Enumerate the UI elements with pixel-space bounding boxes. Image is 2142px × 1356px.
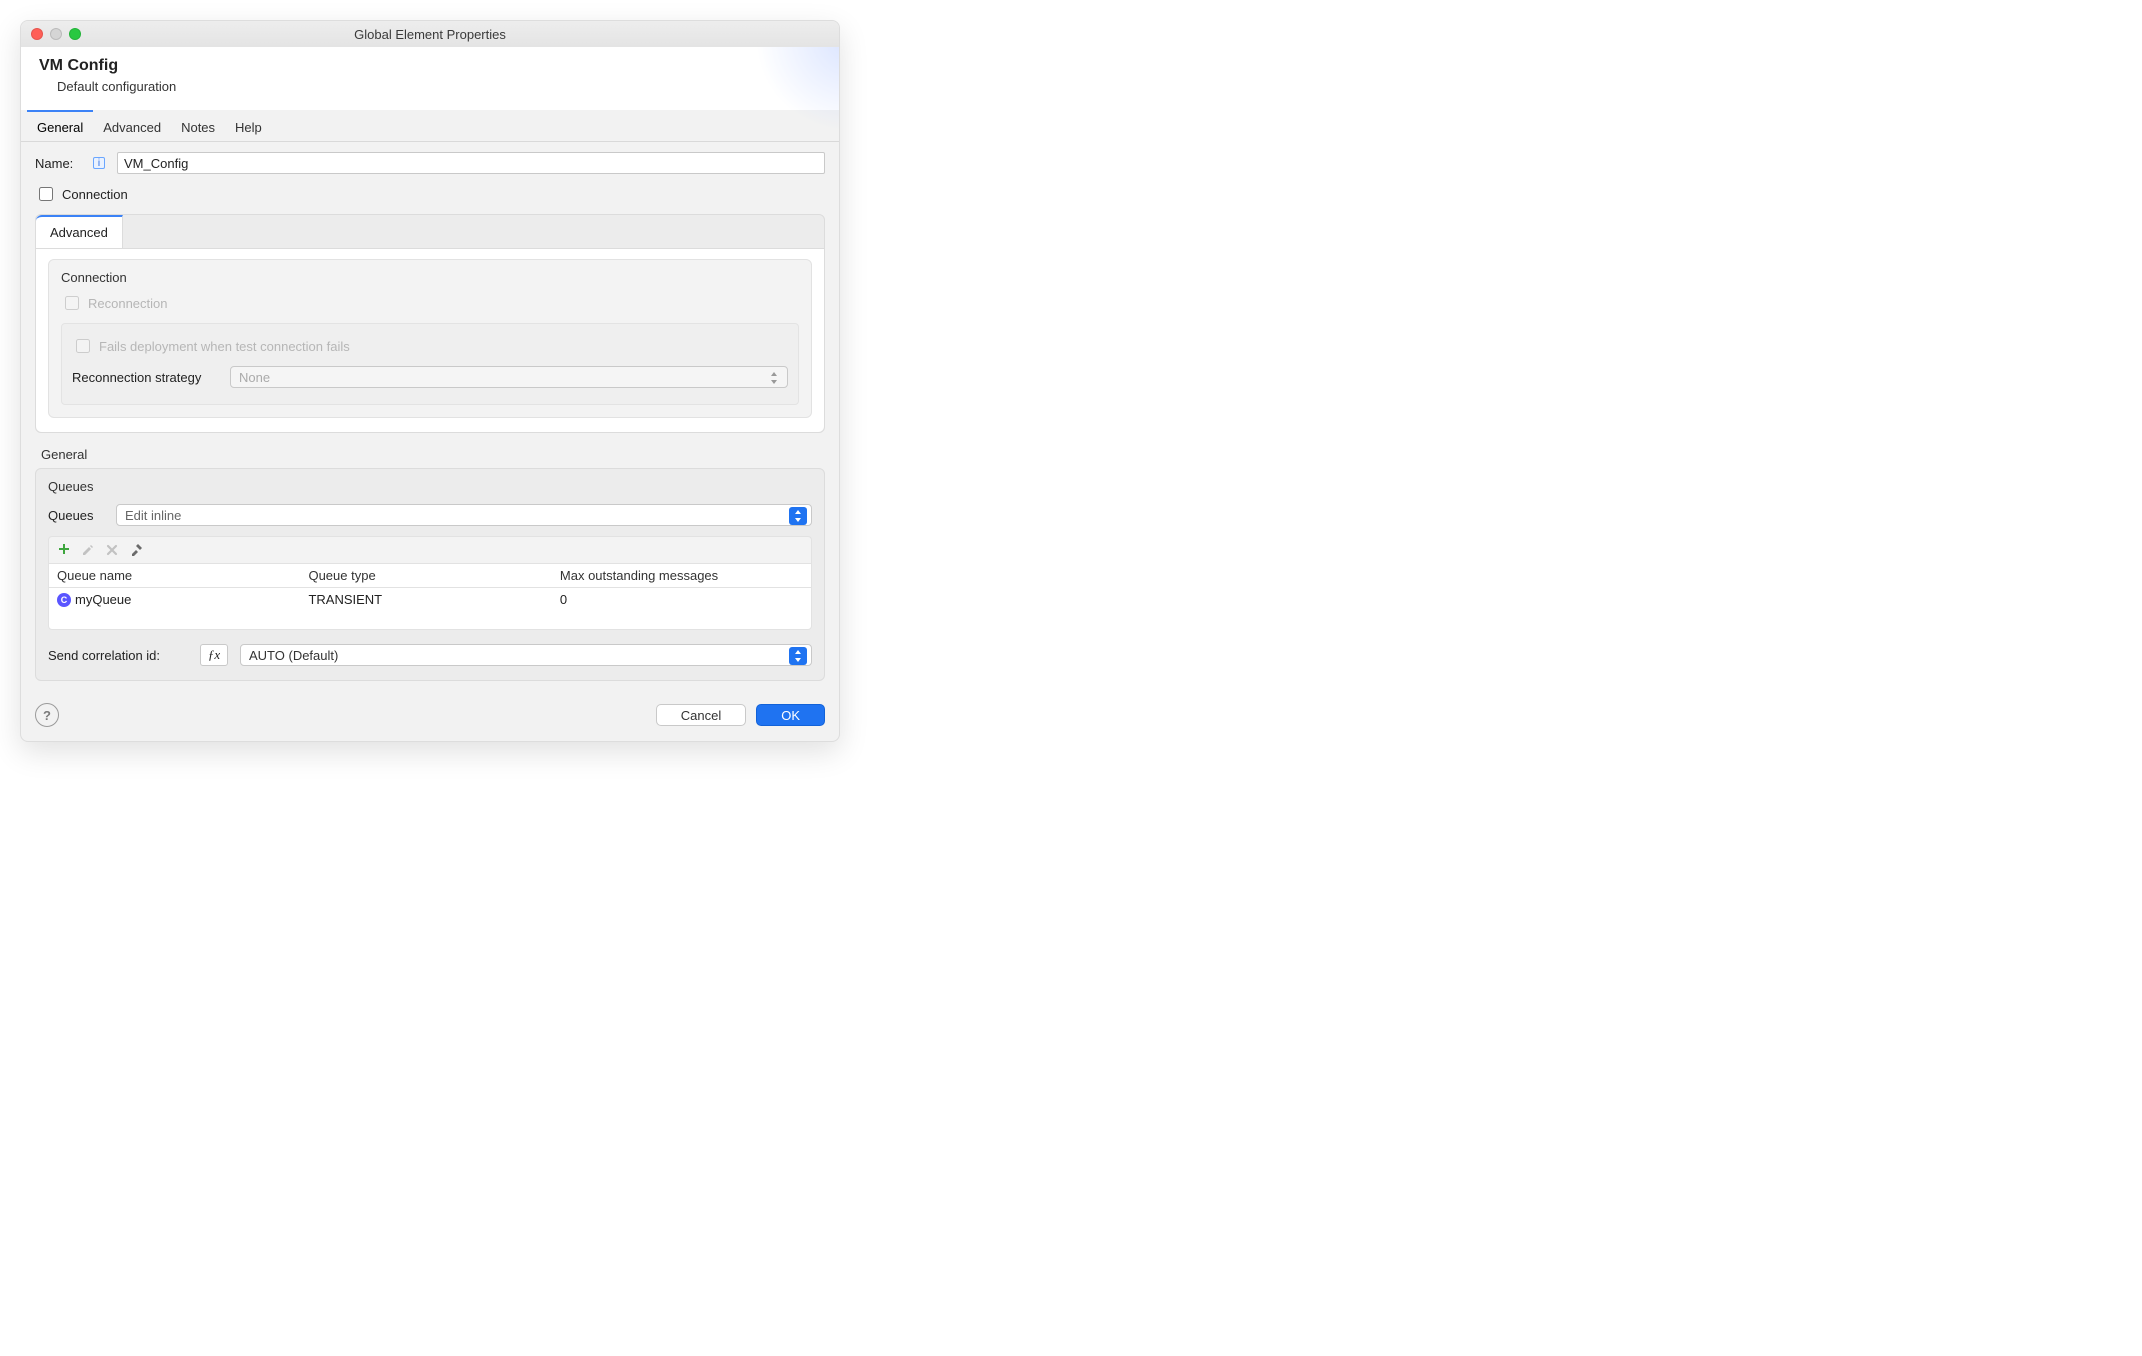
dialog-header: VM Config Default configuration [21, 47, 839, 110]
page-title: VM Config [39, 57, 821, 75]
reconnection-subgroup: Fails deployment when test connection fa… [61, 323, 799, 405]
main-tabbar: General Advanced Notes Help [21, 110, 839, 142]
name-input[interactable] [117, 152, 825, 174]
queues-mode-value: Edit inline [125, 508, 181, 523]
chevron-updown-icon [765, 369, 783, 387]
window-title: Global Element Properties [21, 27, 839, 42]
strategy-value: None [239, 370, 270, 385]
queue-icon: C [57, 593, 71, 607]
header-decoration [729, 47, 839, 137]
name-label: Name: [35, 156, 85, 171]
connection-group: Connection Reconnection Fails deployment… [48, 259, 812, 418]
inner-tab-advanced[interactable]: Advanced [36, 215, 123, 248]
fails-row: Fails deployment when test connection fa… [72, 336, 788, 356]
dialog-window: Global Element Properties VM Config Defa… [20, 20, 840, 742]
send-correlation-value: AUTO (Default) [249, 648, 338, 663]
page-subtitle: Default configuration [57, 79, 821, 94]
edit-icon [81, 543, 95, 557]
fx-icon: ƒx [208, 647, 220, 663]
general-panel: Queues Queues Edit inline [35, 468, 825, 681]
queues-table: Queue name Queue type Max outstanding me… [48, 563, 812, 630]
plus-icon [57, 543, 71, 557]
reconnection-label: Reconnection [88, 296, 168, 311]
send-correlation-row: Send correlation id: ƒx AUTO (Default) [48, 644, 812, 666]
cell-queue-name: myQueue [75, 592, 131, 607]
advanced-body: Connection Reconnection Fails deployment… [36, 249, 824, 432]
send-correlation-select[interactable]: AUTO (Default) [240, 644, 812, 666]
col-queue-max: Max outstanding messages [552, 564, 811, 587]
fails-label: Fails deployment when test connection fa… [99, 339, 350, 354]
ok-button[interactable]: OK [756, 704, 825, 726]
advanced-panel: Advanced Connection Reconnection Fails d… [35, 214, 825, 433]
general-heading: General [41, 447, 825, 462]
connection-checkbox-row: Connection [35, 184, 825, 204]
col-queue-name: Queue name [49, 564, 300, 587]
table-header: Queue name Queue type Max outstanding me… [49, 564, 811, 588]
strategy-select: None [230, 366, 788, 388]
cell-queue-max: 0 [552, 588, 811, 611]
table-row[interactable]: C myQueue TRANSIENT 0 [49, 588, 811, 611]
info-icon: i [93, 157, 105, 169]
connection-group-title: Connection [61, 270, 799, 285]
chevron-updown-icon [789, 507, 807, 525]
col-queue-type: Queue type [300, 564, 551, 587]
titlebar: Global Element Properties [21, 21, 839, 47]
cancel-button[interactable]: Cancel [656, 704, 746, 726]
tab-notes[interactable]: Notes [171, 110, 225, 141]
question-icon: ? [43, 708, 51, 723]
tools-queue-button[interactable] [127, 541, 145, 559]
send-correlation-label: Send correlation id: [48, 648, 188, 663]
fx-button[interactable]: ƒx [200, 644, 228, 666]
connection-label: Connection [62, 187, 128, 202]
content-area: Name: i Connection Advanced Connection R… [21, 142, 839, 695]
queues-title: Queues [48, 479, 812, 494]
queues-mode-select[interactable]: Edit inline [116, 504, 812, 526]
strategy-row: Reconnection strategy None [72, 366, 788, 388]
dialog-footer: ? Cancel OK [21, 695, 839, 741]
add-queue-button[interactable] [55, 541, 73, 559]
tab-general[interactable]: General [27, 110, 93, 141]
tools-icon [129, 543, 143, 557]
tab-advanced[interactable]: Advanced [93, 110, 171, 141]
strategy-label: Reconnection strategy [72, 370, 222, 385]
queues-mode-row: Queues Edit inline [48, 504, 812, 526]
delete-queue-button [103, 541, 121, 559]
queue-toolbar [48, 536, 812, 563]
reconnection-checkbox [65, 296, 79, 310]
name-row: Name: i [35, 152, 825, 174]
chevron-updown-icon [789, 647, 807, 665]
delete-icon [105, 543, 119, 557]
queues-label: Queues [48, 508, 108, 523]
connection-checkbox[interactable] [39, 187, 53, 201]
reconnection-row: Reconnection [61, 293, 799, 313]
fails-checkbox [76, 339, 90, 353]
cell-queue-type: TRANSIENT [300, 588, 551, 611]
edit-queue-button [79, 541, 97, 559]
inner-tabbar: Advanced [36, 215, 824, 249]
help-button[interactable]: ? [35, 703, 59, 727]
tab-help[interactable]: Help [225, 110, 272, 141]
